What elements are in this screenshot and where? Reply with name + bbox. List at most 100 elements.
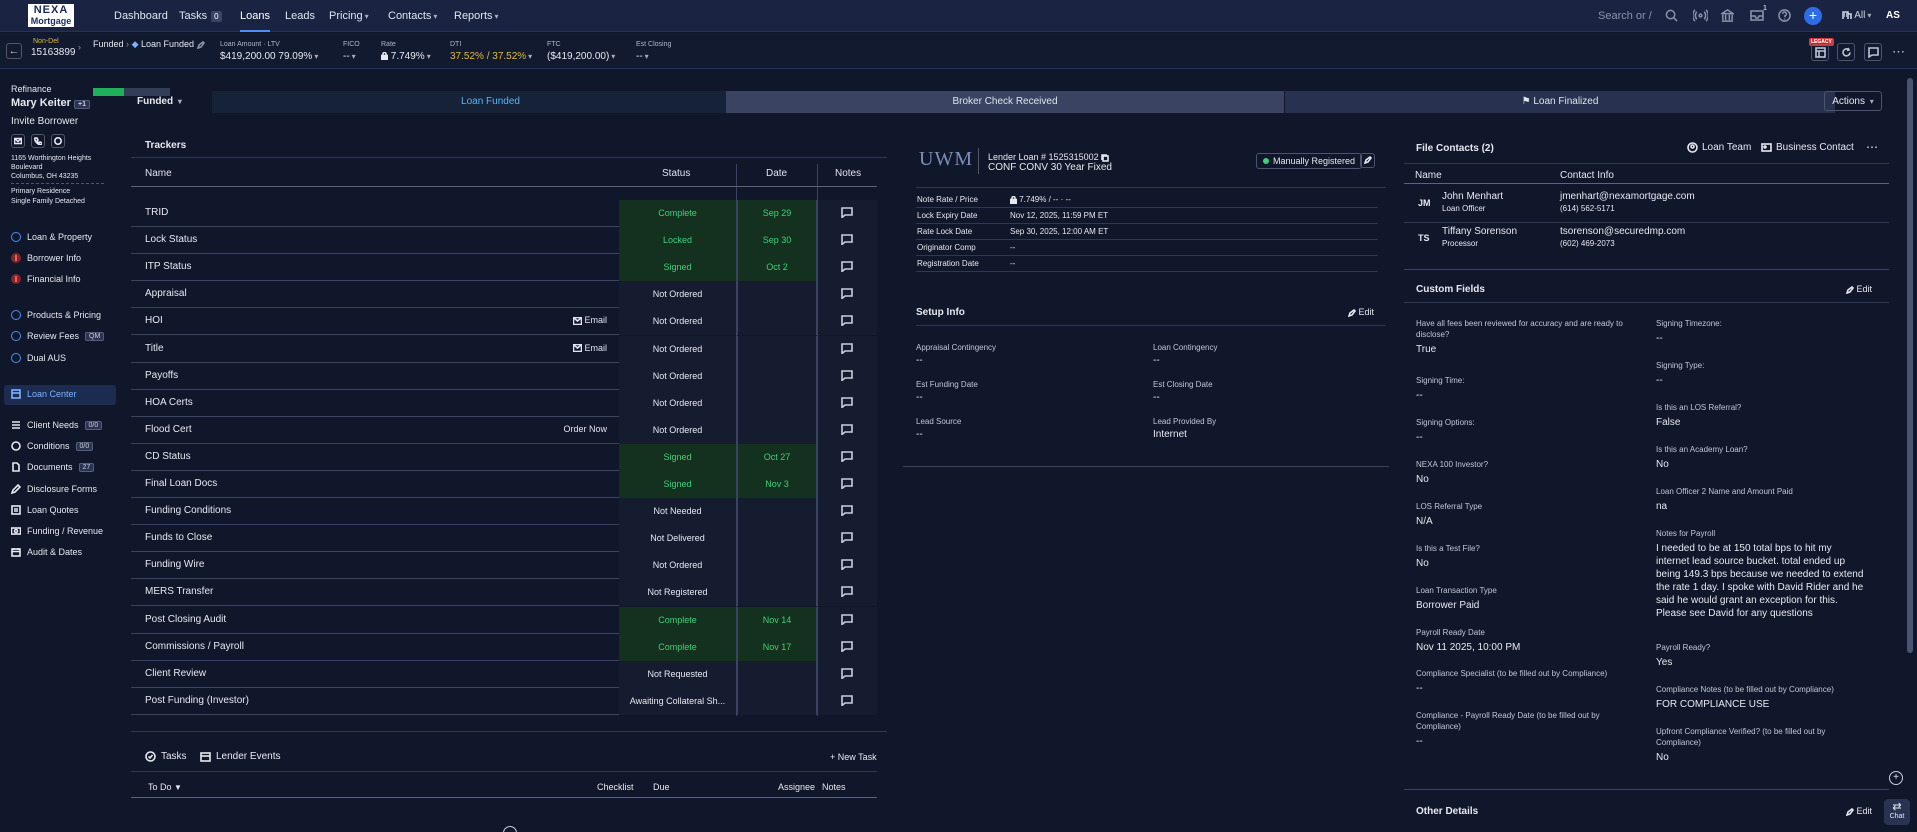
other-edit-button[interactable]: Edit bbox=[1845, 806, 1872, 816]
copy-icon[interactable] bbox=[1101, 153, 1109, 162]
rate-value[interactable]: 7.749% ▾ bbox=[380, 51, 431, 62]
note-icon[interactable] bbox=[841, 640, 853, 653]
dti-value[interactable]: 37.52% / 37.52% ▾ bbox=[450, 51, 532, 62]
invite-borrower-link[interactable]: Invite Borrower bbox=[11, 116, 78, 127]
note-icon[interactable] bbox=[841, 667, 853, 680]
pencil-icon[interactable] bbox=[196, 40, 205, 49]
sidebar-item-conditions[interactable]: Conditions 0/0 bbox=[11, 441, 94, 451]
tracker-row[interactable]: Post Funding (Investor) Awaiting Collate… bbox=[131, 687, 877, 715]
stage-broker-check-received[interactable]: Broker Check Received bbox=[726, 91, 1284, 113]
calculator-button[interactable] bbox=[1811, 43, 1829, 61]
tracker-row[interactable]: Flood Cert Order Now Not Ordered bbox=[131, 416, 877, 444]
loan-number[interactable]: 15163899 bbox=[31, 47, 76, 58]
refresh-button[interactable] bbox=[1837, 43, 1855, 61]
tracker-action-button[interactable]: Email bbox=[572, 315, 607, 325]
task-filter-select[interactable]: To Do ▼ bbox=[148, 782, 182, 792]
search-input[interactable]: Search or / bbox=[1598, 10, 1652, 22]
nav-tasks[interactable]: Tasks 0 bbox=[179, 0, 222, 32]
stage-loan-finalized[interactable]: ⚑ Loan Finalized bbox=[1285, 91, 1835, 113]
tracker-row[interactable]: Lock Status Locked Sep 30 bbox=[131, 227, 877, 255]
setup-edit-button[interactable]: Edit bbox=[1347, 307, 1374, 317]
sidebar-item-audit-dates[interactable]: Audit & Dates bbox=[11, 547, 82, 557]
tracker-row[interactable]: Client Review Not Requested bbox=[131, 660, 877, 688]
note-icon[interactable] bbox=[841, 423, 853, 437]
sidebar-item-disclosure-forms[interactable]: Disclosure Forms bbox=[10, 483, 97, 495]
chat-icon[interactable] bbox=[51, 134, 65, 148]
note-icon[interactable] bbox=[841, 505, 853, 518]
stage-breadcrumb[interactable]: Funded › ◆ Loan Funded bbox=[93, 39, 205, 50]
tracker-row[interactable]: Appraisal Not Ordered bbox=[131, 281, 877, 309]
back-button[interactable]: ← bbox=[6, 43, 22, 59]
note-icon[interactable] bbox=[841, 396, 853, 409]
tracker-action-button[interactable]: Order Now bbox=[563, 424, 607, 434]
sidebar-item-dual-aus[interactable]: Dual AUS bbox=[11, 353, 66, 363]
nexa-logo[interactable]: NEXA Mortgage bbox=[28, 4, 74, 27]
contact-phone[interactable]: (602) 469-2073 bbox=[1560, 239, 1615, 248]
tracker-row[interactable]: HOI Email Not Ordered bbox=[131, 308, 877, 336]
sidebar-item-client-needs[interactable]: Client Needs 0/0 bbox=[11, 420, 103, 430]
note-icon[interactable] bbox=[841, 342, 853, 355]
contacts-more-icon[interactable]: ⋯ bbox=[1866, 140, 1878, 154]
note-icon[interactable] bbox=[841, 478, 853, 491]
custom-edit-button[interactable]: Edit bbox=[1845, 284, 1872, 294]
tracker-row[interactable]: Commissions / Payroll Complete Nov 17 bbox=[131, 633, 877, 661]
note-icon[interactable] bbox=[841, 586, 853, 599]
more-menu-icon[interactable]: ⋯ bbox=[1892, 44, 1905, 60]
add-circle-icon[interactable]: + bbox=[1889, 771, 1903, 785]
tracker-row[interactable]: ITP Status Signed Oct 2 bbox=[131, 254, 877, 282]
tracker-row[interactable]: Post Closing Audit Complete Nov 14 bbox=[131, 606, 877, 634]
user-avatar[interactable]: AS bbox=[1886, 10, 1900, 21]
scope-select[interactable]: All ▾ bbox=[1842, 10, 1871, 21]
sidebar-item-products-pricing[interactable]: Products & Pricing bbox=[11, 310, 101, 320]
page-scrollbar[interactable] bbox=[1907, 78, 1913, 653]
mail-icon[interactable] bbox=[11, 134, 25, 148]
tracker-row[interactable]: Payoffs Not Ordered bbox=[131, 362, 877, 390]
tracker-row[interactable]: Funds to Close Not Delivered bbox=[131, 525, 877, 553]
comment-button[interactable] bbox=[1864, 43, 1882, 61]
note-icon[interactable] bbox=[841, 559, 853, 572]
note-icon[interactable] bbox=[841, 451, 853, 464]
tracker-row[interactable]: HOA Certs Not Ordered bbox=[131, 389, 877, 417]
nav-dashboard[interactable]: Dashboard bbox=[114, 0, 168, 32]
contact-row[interactable]: JM John Menhart Loan Officer jmenhart@ne… bbox=[1404, 188, 1889, 223]
note-icon[interactable] bbox=[841, 532, 853, 545]
bank-icon[interactable] bbox=[1719, 9, 1736, 22]
tracker-row[interactable]: Title Email Not Ordered bbox=[131, 335, 877, 363]
loan-team-button[interactable]: Loan Team bbox=[1687, 142, 1751, 153]
note-icon[interactable] bbox=[841, 234, 853, 247]
inbox-icon[interactable] bbox=[1750, 9, 1764, 22]
sidebar-item-loan-center[interactable]: Loan Center bbox=[11, 389, 77, 399]
tracker-row[interactable]: MERS Transfer Not Registered bbox=[131, 579, 877, 607]
note-icon[interactable] bbox=[841, 288, 853, 301]
actions-button[interactable]: Actions ▾ bbox=[1824, 91, 1882, 111]
nav-reports[interactable]: Reports ▾ bbox=[454, 0, 499, 32]
tracker-row[interactable]: Funding Wire Not Ordered bbox=[131, 552, 877, 580]
new-task-button[interactable]: + New Task bbox=[830, 752, 877, 762]
contact-phone[interactable]: (614) 562-5171 bbox=[1560, 204, 1615, 213]
sidebar-item-documents[interactable]: Documents 27 bbox=[11, 462, 95, 472]
contact-email[interactable]: tsorenson@securedmp.com bbox=[1560, 226, 1685, 237]
sidebar-item-borrower-info[interactable]: Borrower Info bbox=[11, 253, 81, 263]
nav-pricing[interactable]: Pricing ▾ bbox=[329, 0, 369, 32]
search-icon[interactable] bbox=[1665, 9, 1678, 22]
note-icon[interactable] bbox=[841, 315, 853, 328]
stage-dropdown[interactable]: Funded ▾ bbox=[137, 91, 207, 113]
fico-value[interactable]: -- ▾ bbox=[343, 51, 356, 62]
sidebar-item-review-fees[interactable]: Review Fees QM bbox=[11, 331, 105, 341]
tracker-row[interactable]: Final Loan Docs Signed Nov 3 bbox=[131, 471, 877, 498]
loan-amount-value[interactable]: $419,200.00 79.09% ▾ bbox=[220, 51, 318, 62]
borrower-name[interactable]: Mary Keiter +1 bbox=[11, 97, 90, 109]
tab-tasks[interactable]: Tasks bbox=[145, 751, 187, 762]
ftc-value[interactable]: ($419,200.00) ▾ bbox=[547, 51, 615, 62]
sidebar-item-funding-revenue[interactable]: Funding / Revenue bbox=[10, 526, 103, 536]
sidebar-item-financial-info[interactable]: Financial Info bbox=[11, 274, 81, 284]
contact-row[interactable]: TS Tiffany Sorenson Processor tsorenson@… bbox=[1404, 223, 1889, 258]
help-icon[interactable] bbox=[1778, 9, 1791, 22]
stage-loan-funded[interactable]: Loan Funded bbox=[212, 91, 769, 113]
contact-email[interactable]: jmenhart@nexamortgage.com bbox=[1560, 191, 1695, 202]
note-icon[interactable] bbox=[841, 369, 853, 382]
chat-button[interactable]: ⇄ Chat bbox=[1884, 799, 1910, 825]
nav-contacts[interactable]: Contacts ▾ bbox=[388, 0, 437, 32]
edit-registration-button[interactable] bbox=[1360, 153, 1375, 168]
broadcast-icon[interactable] bbox=[1692, 9, 1709, 22]
